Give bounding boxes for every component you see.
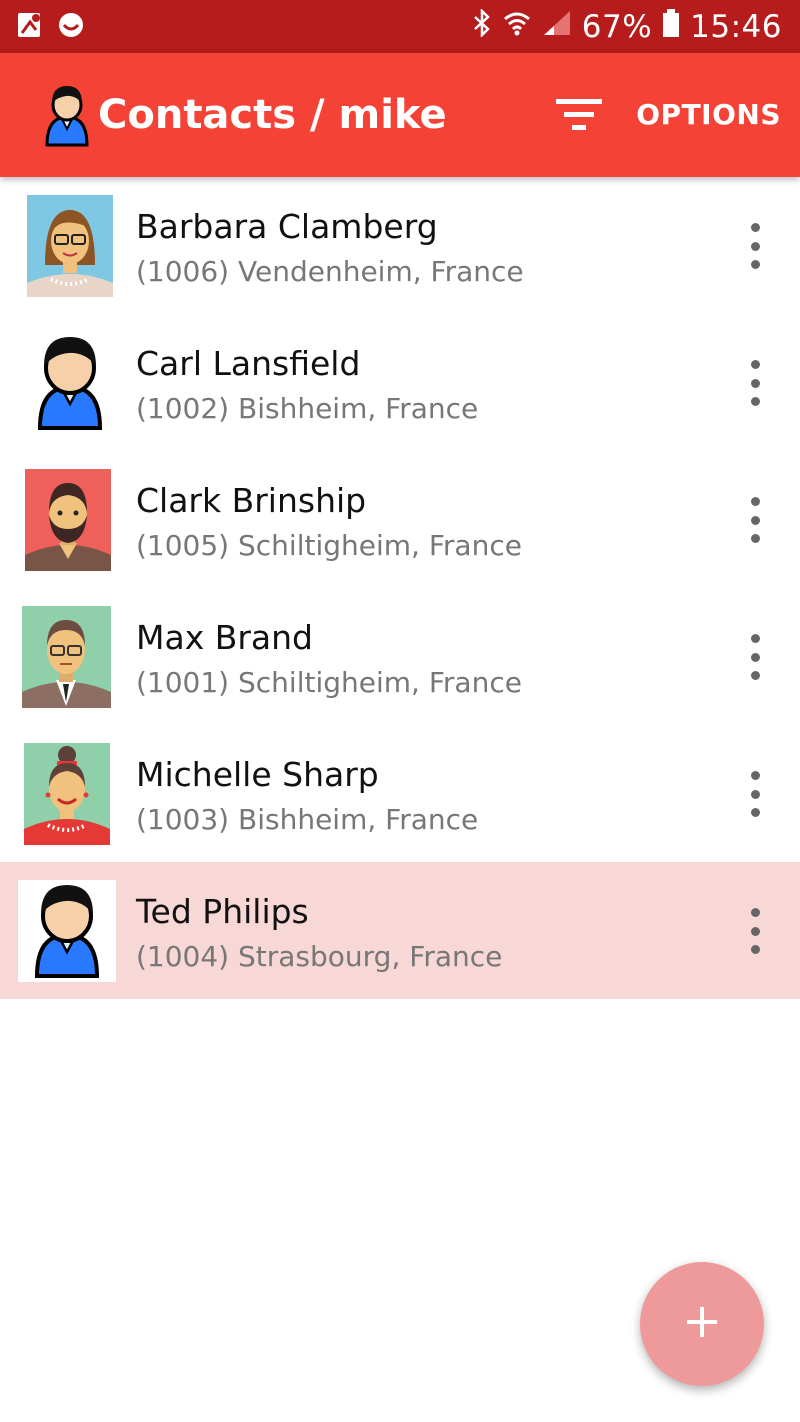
man-suit-glasses-avatar [22,606,111,708]
generic-person-avatar [18,880,116,982]
more-options-button[interactable] [736,771,774,817]
woman-bun-avatar [24,743,110,845]
contacts-app-logo-icon [44,83,90,151]
generic-person-avatar [27,332,113,434]
contact-row-selected[interactable]: Ted Philips (1004) Strasbourg, France [0,862,800,999]
contact-list: Barbara Clamberg (1006) Vendenheim, Fran… [0,177,800,999]
wifi-icon [502,9,532,45]
contact-name: Ted Philips [136,892,309,931]
map-notification-icon [16,10,44,44]
contact-row[interactable]: Carl Lansfield (1002) Bishheim, France [0,314,800,451]
bearded-man-avatar [25,469,111,571]
add-contact-button[interactable] [640,1262,764,1386]
more-options-button[interactable] [736,634,774,680]
more-vert-icon [750,771,760,780]
contact-detail: (1006) Vendenheim, France [136,255,524,288]
battery-icon [662,8,680,46]
filter-icon [552,99,606,141]
contact-detail: (1004) Strasbourg, France [136,940,503,973]
options-button[interactable]: OPTIONS [636,53,781,177]
more-vert-icon [750,223,760,232]
contact-row[interactable]: Michelle Sharp (1003) Bishheim, France [0,725,800,862]
page-title: Contacts / mike [98,92,447,138]
contact-detail: (1001) Schiltigheim, France [136,666,522,699]
more-options-button[interactable] [736,360,774,406]
contact-row[interactable]: Max Brand (1001) Schiltigheim, France [0,588,800,725]
contact-row[interactable]: Clark Brinship (1005) Schiltigheim, Fran… [0,451,800,588]
contact-name: Barbara Clamberg [136,207,438,246]
status-bar: 67% 15:46 [0,0,800,53]
more-vert-icon [750,908,760,917]
plus-icon [685,1305,719,1343]
smiley-notification-icon [56,10,86,44]
more-options-button[interactable] [736,497,774,543]
contact-detail: (1005) Schiltigheim, France [136,529,522,562]
contact-name: Max Brand [136,618,314,657]
signal-icon [542,9,572,45]
woman-glasses-avatar [27,195,113,297]
contact-detail: (1003) Bishheim, France [136,803,479,836]
contact-detail: (1002) Bishheim, France [136,392,479,425]
contact-name: Michelle Sharp [136,755,379,794]
more-vert-icon [750,634,760,643]
more-vert-icon [750,360,760,369]
app-bar: Contacts / mike OPTIONS [0,53,800,177]
battery-percentage: 67% [581,8,653,45]
contact-row[interactable]: Barbara Clamberg (1006) Vendenheim, Fran… [0,177,800,314]
more-vert-icon [750,497,760,506]
bluetooth-icon [472,7,492,45]
filter-button[interactable] [552,93,606,137]
more-options-button[interactable] [736,908,774,954]
contact-name: Clark Brinship [136,481,367,520]
contact-name: Carl Lansfield [136,344,361,383]
more-options-button[interactable] [736,223,774,269]
clock: 15:46 [690,8,782,45]
